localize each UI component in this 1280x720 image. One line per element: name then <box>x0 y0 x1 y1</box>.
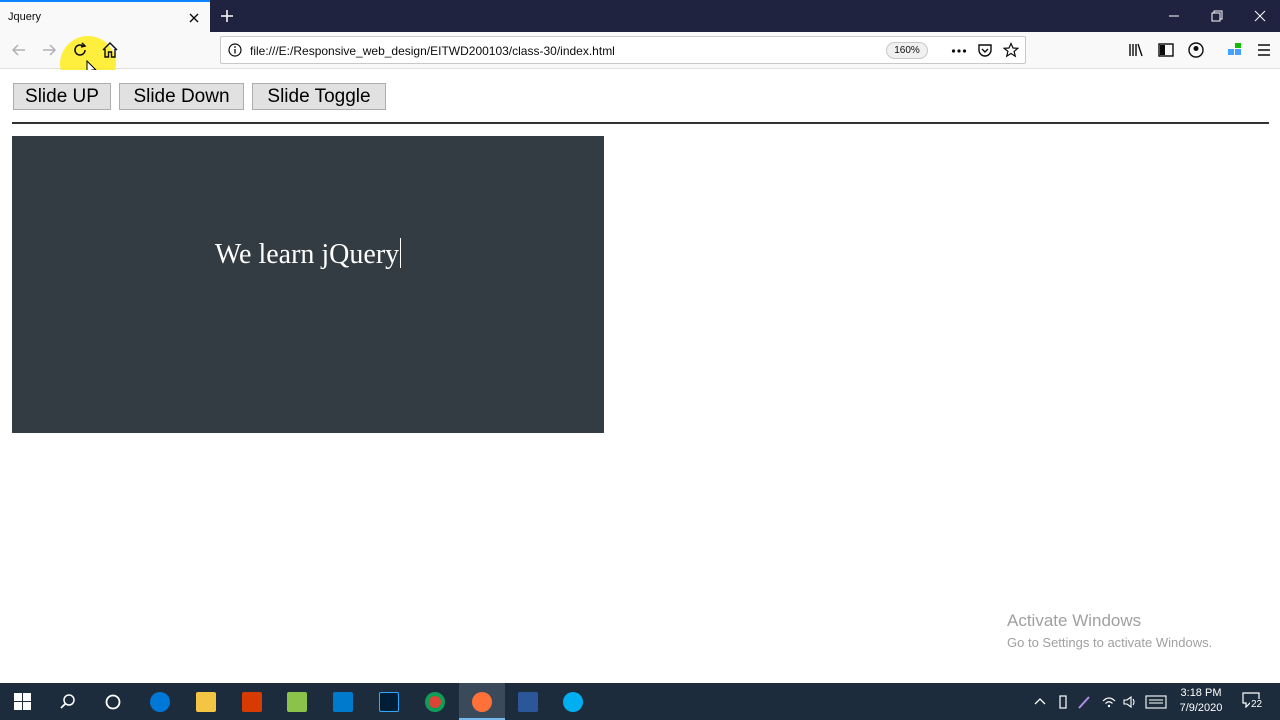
url-text[interactable]: file:///E:/Responsive_web_design/EITWD20… <box>250 44 615 58</box>
browser-nav-bar: file:///E:/Responsive_web_design/EITWD20… <box>0 32 1280 92</box>
account-icon[interactable] <box>1186 40 1206 60</box>
panel-text: We learn jQuery <box>214 239 400 270</box>
tab-title: Jquery <box>8 11 42 23</box>
reload-icon[interactable] <box>70 40 90 60</box>
taskbar-word[interactable] <box>505 683 551 720</box>
sidebar-icon[interactable] <box>1156 40 1176 60</box>
back-icon[interactable] <box>9 40 29 60</box>
wifi-icon[interactable] <box>1101 694 1117 710</box>
taskbar-clock[interactable]: 3:18 PM 7/9/2020 <box>1168 686 1234 716</box>
pen-icon[interactable] <box>1077 694 1093 710</box>
photoshop-icon <box>379 692 399 712</box>
keyboard-icon[interactable] <box>1145 695 1167 709</box>
start-button[interactable] <box>0 683 46 720</box>
taskbar-skype[interactable] <box>550 683 596 720</box>
bookmark-star-icon[interactable] <box>1003 42 1019 58</box>
notepad-icon <box>287 692 307 712</box>
taskbar-file-explorer[interactable] <box>183 683 229 720</box>
activate-windows-watermark: Activate Windows Go to Settings to activ… <box>1007 611 1212 650</box>
close-window-icon[interactable] <box>1250 6 1270 26</box>
minimize-icon[interactable] <box>1164 6 1184 26</box>
slide-down-button[interactable]: Slide Down <box>119 83 244 110</box>
taskbar-photoshop[interactable] <box>366 683 412 720</box>
text-caret <box>400 238 402 268</box>
horizontal-rule <box>12 122 1269 124</box>
browser-tab[interactable]: Jquery <box>0 0 210 32</box>
taskbar-firefox[interactable] <box>459 683 505 720</box>
taskbar-chrome[interactable] <box>412 683 458 720</box>
notification-count: 22 <box>1250 699 1264 710</box>
cortana-icon <box>105 694 121 710</box>
taskbar-edge[interactable] <box>137 683 183 720</box>
notification-center[interactable]: 22 <box>1240 690 1270 714</box>
pocket-icon[interactable] <box>977 42 993 58</box>
start-icon <box>14 693 31 710</box>
library-icon[interactable] <box>1126 40 1146 60</box>
menu-icon[interactable] <box>1254 40 1274 60</box>
edge-icon <box>150 692 170 712</box>
forward-icon[interactable] <box>39 40 59 60</box>
firefox-icon <box>472 692 492 712</box>
search-icon <box>60 694 75 709</box>
watermark-title: Activate Windows <box>1007 611 1142 630</box>
taskbar-notepad[interactable] <box>274 683 320 720</box>
close-tab-icon[interactable] <box>186 10 202 26</box>
panel-text-line: We learn jQuery <box>12 238 604 271</box>
browser-tab-bar: Jquery <box>0 0 1280 32</box>
skype-icon <box>563 692 583 712</box>
taskbar-vscode[interactable] <box>320 683 366 720</box>
taskbar-app[interactable] <box>229 683 275 720</box>
slide-panel: We learn jQuery <box>12 136 604 433</box>
zoom-level-badge[interactable]: 160% <box>886 42 928 59</box>
vscode-icon <box>333 692 353 712</box>
address-bar[interactable]: file:///E:/Responsive_web_design/EITWD20… <box>220 36 1026 64</box>
page-content: Slide UP Slide Down Slide Toggle We lear… <box>0 70 1280 683</box>
chevron-up-icon[interactable] <box>1033 695 1047 709</box>
screen: Jquery file:///E:/Responsive_web_design/… <box>0 0 1280 720</box>
windows-taskbar: 3:18 PM 7/9/2020 22 <box>0 683 1280 720</box>
search-button[interactable] <box>45 683 91 720</box>
chrome-icon <box>425 692 445 712</box>
info-icon[interactable] <box>228 43 242 57</box>
clock-date: 7/9/2020 <box>1179 702 1223 714</box>
extensions-icon[interactable] <box>1225 40 1245 60</box>
cortana-button[interactable] <box>90 683 136 720</box>
word-icon <box>518 692 538 712</box>
app-icon <box>242 692 262 712</box>
volume-icon[interactable] <box>1122 694 1138 710</box>
slide-up-button[interactable]: Slide UP <box>13 83 111 110</box>
slide-toggle-button[interactable]: Slide Toggle <box>252 83 386 110</box>
clock-time: 3:18 PM <box>1180 687 1222 699</box>
new-tab-icon[interactable] <box>218 7 236 25</box>
more-icon[interactable] <box>951 44 967 58</box>
home-icon[interactable] <box>100 40 120 60</box>
watermark-subtitle: Go to Settings to activate Windows. <box>1007 635 1213 650</box>
file-explorer-icon <box>196 692 216 712</box>
usb-icon[interactable] <box>1057 694 1069 710</box>
restore-icon[interactable] <box>1207 6 1227 26</box>
